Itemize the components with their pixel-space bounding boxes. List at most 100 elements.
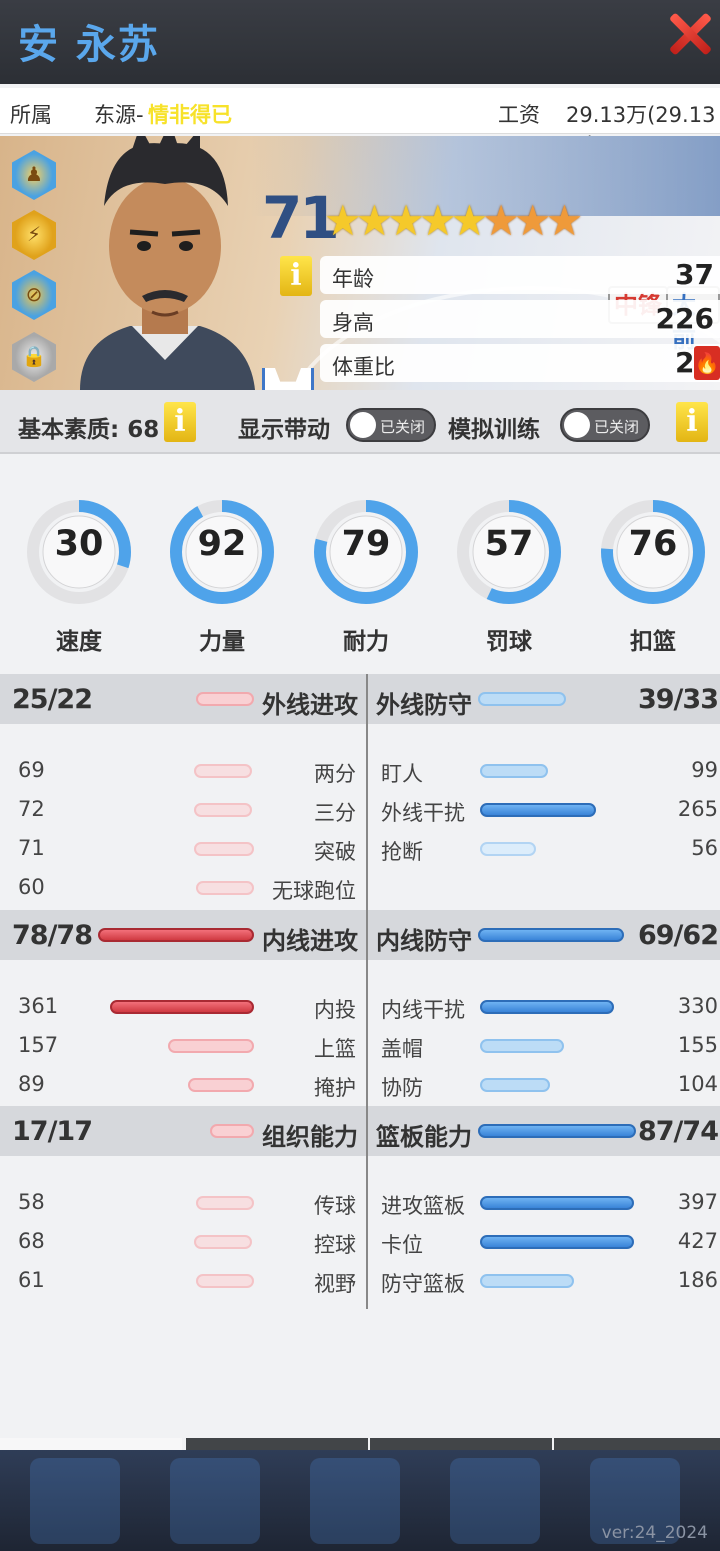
lock-icon[interactable]: 🔒 — [12, 332, 56, 382]
team-name[interactable]: 情非得已 — [148, 99, 232, 129]
attr-row-height: 身高 226 — [320, 300, 720, 338]
stat-row: 68 控球 卡位 427 — [0, 1227, 720, 1257]
training-info-icon[interactable]: i — [676, 402, 708, 442]
right-stat-bar — [480, 1235, 634, 1249]
left-stat-name: 传球 — [314, 1194, 356, 1218]
left-stat-bar — [194, 803, 252, 817]
right-stat-bar — [480, 764, 548, 778]
left-stat-name: 内投 — [314, 998, 356, 1022]
toggle-knob — [564, 412, 590, 438]
right-stat-bar — [480, 803, 596, 817]
stat-row: 58 传球 进攻篮板 397 — [0, 1188, 720, 1218]
right-section-name: 内线防守 — [376, 927, 472, 955]
left-total: 78/78 — [12, 920, 93, 951]
ring-value: 30 — [54, 524, 104, 564]
ring-value: 79 — [341, 524, 391, 564]
left-stat-value: 361 — [18, 994, 59, 1018]
ring-value: 92 — [197, 524, 247, 564]
sim-training-toggle[interactable]: 已关闭 — [560, 408, 650, 442]
right-stat-bar — [480, 1196, 634, 1210]
left-stat-bar — [188, 1078, 254, 1092]
right-stat-value: 56 — [691, 836, 718, 860]
stat-row: 72 三分 外线干扰 265 — [0, 795, 720, 825]
right-stat-name: 卡位 — [381, 1233, 423, 1257]
left-stat-bar — [196, 1196, 254, 1210]
attr-row-age: 年龄 37 — [320, 256, 720, 294]
right-stat-name: 进攻篮板 — [381, 1194, 465, 1218]
right-stat-bar — [480, 1078, 550, 1092]
right-section-name: 外线防守 — [376, 691, 472, 719]
stat-row: 361 内投 内线干扰 330 — [0, 992, 720, 1022]
section-bar-right — [478, 692, 566, 706]
attr-row-weight: 体重比 26 — [320, 344, 720, 382]
right-total: 39/33 — [637, 684, 719, 715]
left-stat-bar — [110, 1000, 254, 1014]
base-quality-label: 基本素质: 68 — [18, 417, 160, 443]
attr-value: 226 — [655, 302, 714, 335]
star-icon: ★★★★★ — [324, 196, 488, 245]
right-stat-value: 104 — [677, 1072, 718, 1096]
right-stat-value: 397 — [677, 1190, 718, 1214]
right-stat-bar — [480, 1274, 574, 1288]
left-stat-value: 71 — [18, 836, 45, 860]
team-prefix: 东源- — [94, 103, 144, 127]
right-stat-name: 防守篮板 — [381, 1272, 465, 1296]
right-stat-bar — [480, 1000, 614, 1014]
left-stat-bar — [194, 1235, 252, 1249]
right-stat-value: 265 — [677, 797, 718, 821]
nav-ghost-icon — [170, 1458, 260, 1544]
sim-training-label: 模拟训练 — [448, 417, 540, 443]
ring-stat: 79 耐力 — [313, 488, 419, 655]
right-total: 87/74 — [637, 1116, 719, 1147]
stat-row: 157 上篮 盖帽 155 — [0, 1031, 720, 1061]
star-rating: ★★★★★★★★ — [324, 196, 583, 245]
jersey-number: 11 — [262, 368, 314, 390]
left-stat-name: 两分 — [314, 762, 356, 786]
ring-stat: 30 速度 — [26, 488, 132, 655]
right-stat-value: 99 — [691, 758, 718, 782]
show-effect-toggle[interactable]: 已关闭 — [346, 408, 436, 442]
stamina-badge-icon[interactable]: ⊘ — [12, 270, 56, 320]
left-stat-bar — [194, 842, 254, 856]
left-stat-value: 72 — [18, 797, 45, 821]
stat-row: 89 掩护 协防 104 — [0, 1070, 720, 1100]
left-stat-name: 掩护 — [314, 1076, 356, 1100]
left-stat-bar — [196, 881, 254, 895]
ring-label: 速度 — [56, 629, 102, 655]
left-stat-name: 突破 — [314, 840, 356, 864]
player-card: ♟ ⚡ ⊘ 🔒 11 71 ★★★★★★★★ 中锋 大前 i 年龄 — [0, 136, 720, 390]
right-stat-value: 186 — [677, 1268, 718, 1292]
left-stat-value: 157 — [18, 1033, 59, 1057]
stat-row: 61 视野 防守篮板 186 — [0, 1266, 720, 1296]
left-stat-bar — [168, 1039, 254, 1053]
left-stat-bar — [196, 1274, 254, 1288]
left-stat-value: 69 — [18, 758, 45, 782]
left-stat-name: 无球跑位 — [272, 879, 356, 903]
base-quality-info-icon[interactable]: i — [164, 402, 196, 442]
left-stat-value: 60 — [18, 875, 45, 899]
ring-label: 耐力 — [343, 629, 389, 655]
right-stat-bar — [480, 842, 536, 856]
info-bar: 所属 东源- 情非得已 工资 29.13万(29.13万) — [0, 88, 720, 157]
lightning-badge-icon[interactable]: ⚡ — [12, 210, 56, 260]
ring-label: 力量 — [199, 629, 245, 655]
fire-icon[interactable]: 🔥 — [694, 346, 720, 380]
left-stat-value: 61 — [18, 1268, 45, 1292]
player-panel: 所属 东源- 情非得已 工资 29.13万(29.13万) ♟ ⚡ ⊘ 🔒 11 — [0, 84, 720, 1534]
left-stat-value: 68 — [18, 1229, 45, 1253]
show-effect-label: 显示带动 — [238, 417, 330, 443]
left-total: 25/22 — [12, 684, 93, 715]
right-stat-value: 155 — [677, 1033, 718, 1057]
stat-row: 71 突破 抢断 56 — [0, 834, 720, 864]
left-total: 17/17 — [12, 1116, 93, 1147]
card-info-icon[interactable]: i — [280, 256, 312, 296]
right-stat-value: 330 — [677, 994, 718, 1018]
left-stat-value: 58 — [18, 1190, 45, 1214]
section-bar-left — [210, 1124, 254, 1138]
team-label: 所属 — [10, 103, 52, 127]
player-badge-icon[interactable]: ♟ — [12, 150, 56, 200]
attr-label: 体重比 — [332, 355, 395, 379]
close-icon[interactable] — [668, 12, 712, 56]
toggle-state: 已关闭 — [594, 418, 640, 436]
ring-stat: 92 力量 — [169, 488, 275, 655]
